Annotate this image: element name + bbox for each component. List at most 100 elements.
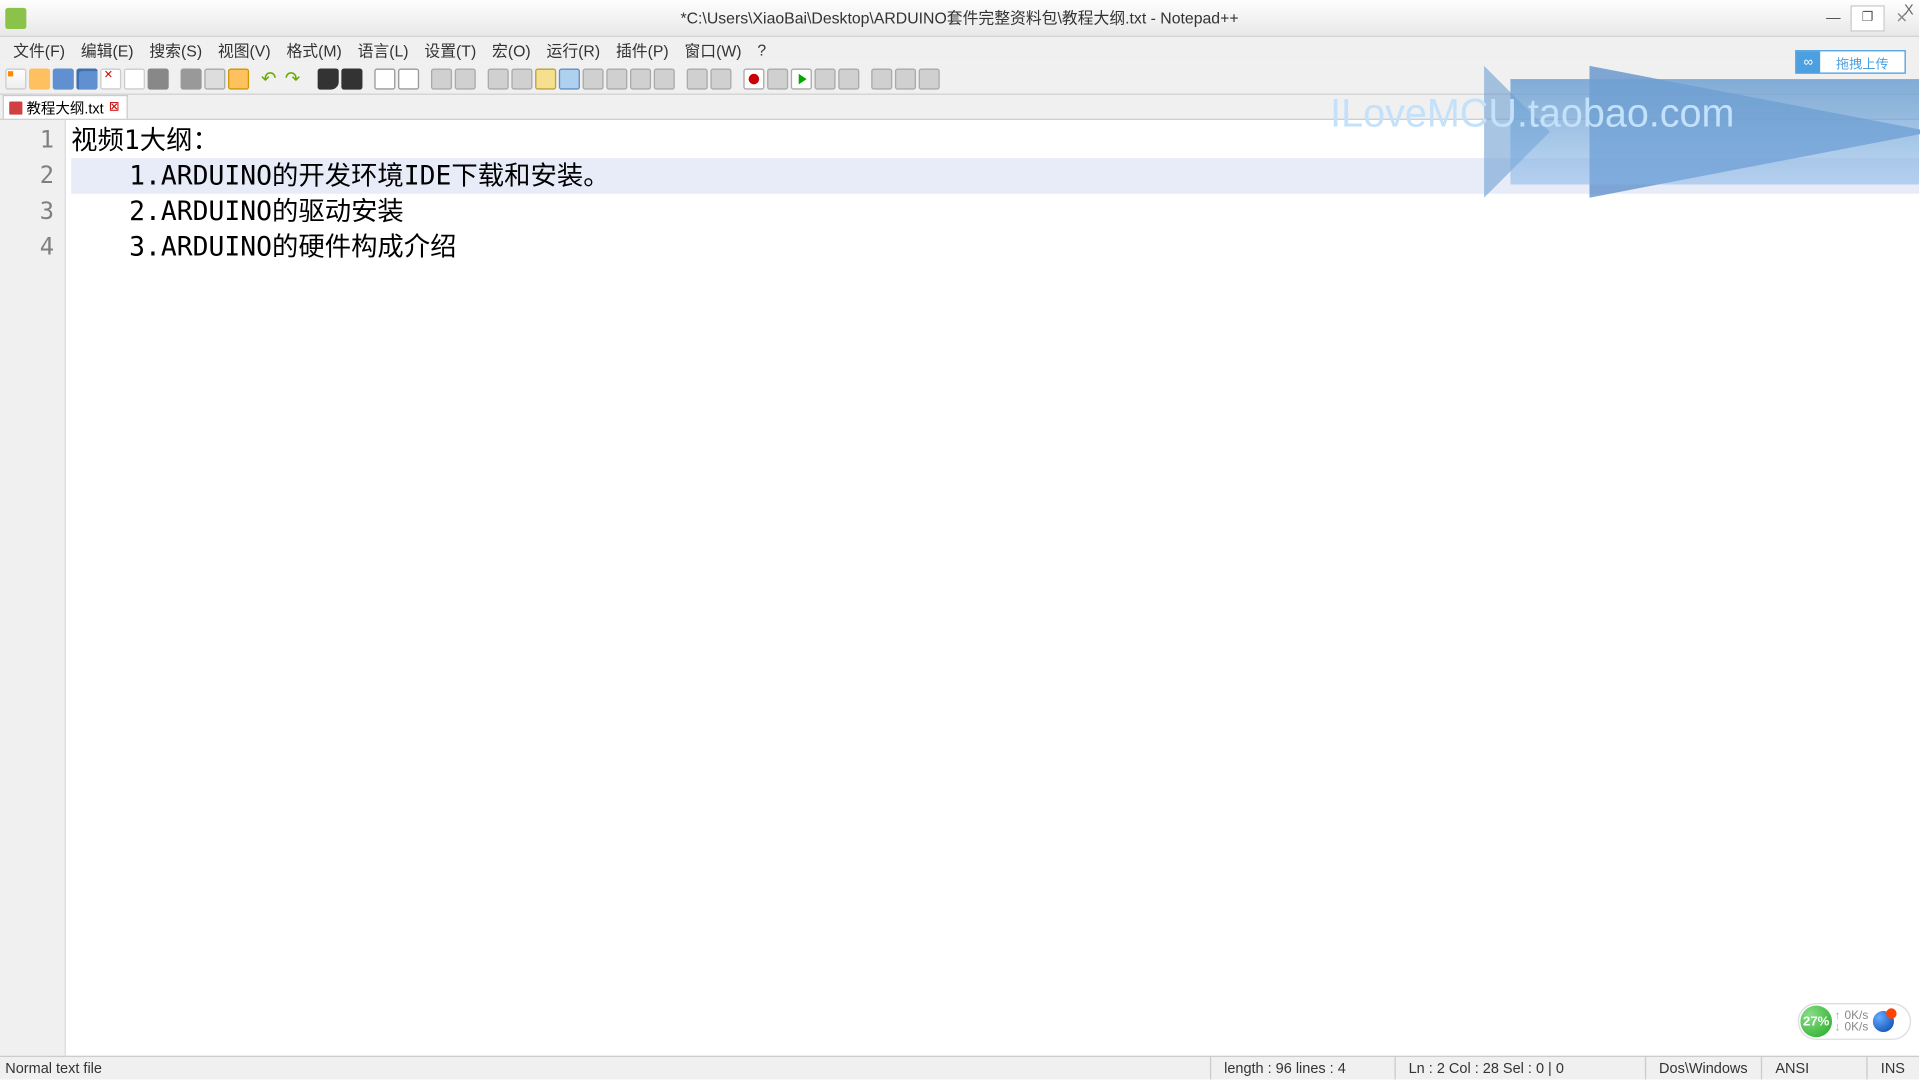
word-wrap-icon[interactable] xyxy=(455,68,476,89)
status-length: length : 96 lines : 4 xyxy=(1210,1057,1395,1079)
menubar: 文件(F) 编辑(E) 搜索(S) 视图(V) 格式(M) 语言(L) 设置(T… xyxy=(0,37,1919,63)
menu-plugins[interactable]: 插件(P) xyxy=(608,36,677,64)
indent-guide-icon[interactable] xyxy=(511,68,532,89)
wrap-icon[interactable] xyxy=(535,68,556,89)
menu-settings[interactable]: 设置(T) xyxy=(416,36,484,64)
menu-search[interactable]: 搜索(S) xyxy=(141,36,210,64)
separator xyxy=(311,68,312,89)
maximize-button[interactable] xyxy=(1850,5,1884,31)
text-line-content: 3.ARDUINO的硬件构成介绍 xyxy=(129,231,456,263)
record-macro-icon[interactable] xyxy=(743,68,764,89)
download-speed: 0K/s xyxy=(1845,1021,1869,1033)
status-insert-mode: INS xyxy=(1866,1057,1919,1079)
text-line-content: 1.ARDUINO的开发环境IDE下载和安装。 xyxy=(129,159,609,191)
cloud-upload-button[interactable]: ∞ 拖拽上传 xyxy=(1795,50,1906,74)
separator xyxy=(174,68,175,89)
folder-icon[interactable] xyxy=(630,68,651,89)
network-monitor-widget[interactable]: 27% ↑↓ 0K/s 0K/s xyxy=(1798,1003,1911,1040)
text-line[interactable]: 2.ARDUINO的驱动安装 xyxy=(71,194,1919,230)
status-filetype: Normal text file xyxy=(0,1060,1210,1076)
redo-icon[interactable] xyxy=(285,68,306,89)
text-line[interactable]: 3.ARDUINO的硬件构成介绍 xyxy=(71,229,1919,265)
copy-icon[interactable] xyxy=(204,68,225,89)
cloud-icon: ∞ xyxy=(1796,51,1820,72)
save-macro-icon[interactable] xyxy=(838,68,859,89)
new-file-icon[interactable] xyxy=(5,68,26,89)
user-lang-icon[interactable] xyxy=(559,68,580,89)
plugin3-icon[interactable] xyxy=(919,68,940,89)
status-encoding: ANSI xyxy=(1761,1057,1866,1079)
window-title: *C:\Users\XiaoBai\Desktop\ARDUINO套件完整资料包… xyxy=(680,7,1238,29)
extra-close-icon[interactable]: X xyxy=(1904,3,1914,19)
stop-macro-icon[interactable] xyxy=(767,68,788,89)
line-number: 3 xyxy=(0,194,54,230)
separator xyxy=(865,68,866,89)
editor-content[interactable]: 视频1大纲： 1.ARDUINO的开发环境IDE下载和安装。 2.ARDUINO… xyxy=(66,120,1919,1056)
text-line-content: 2.ARDUINO的驱动安装 xyxy=(129,195,404,227)
tabbar: 教程大纲.txt ⊠ xyxy=(0,95,1919,119)
separator xyxy=(680,68,681,89)
play-macro-icon[interactable] xyxy=(791,68,812,89)
menu-language[interactable]: 语言(L) xyxy=(350,36,417,64)
run-list-icon[interactable] xyxy=(710,68,731,89)
show-chars-icon[interactable] xyxy=(488,68,509,89)
separator xyxy=(737,68,738,89)
text-line[interactable]: 视频1大纲： xyxy=(71,123,1919,159)
find-icon[interactable] xyxy=(318,68,339,89)
titlebar: *C:\Users\XiaoBai\Desktop\ARDUINO套件完整资料包… xyxy=(0,0,1919,37)
menu-edit[interactable]: 编辑(E) xyxy=(73,36,142,64)
macro-list-icon[interactable] xyxy=(687,68,708,89)
close-file-icon[interactable] xyxy=(100,68,121,89)
zoom-in-icon[interactable] xyxy=(374,68,395,89)
tab-active[interactable]: 教程大纲.txt ⊠ xyxy=(3,95,128,119)
app-icon xyxy=(5,7,26,28)
separator xyxy=(254,68,255,89)
text-line-current[interactable]: 1.ARDUINO的开发环境IDE下载和安装。 xyxy=(71,158,1919,194)
editor[interactable]: 1 2 3 4 视频1大纲： 1.ARDUINO的开发环境IDE下载和安装。 2… xyxy=(0,119,1919,1056)
network-arrows-icon: ↑↓ xyxy=(1835,1010,1841,1034)
cloud-upload-label: 拖拽上传 xyxy=(1820,52,1904,72)
replace-icon[interactable] xyxy=(341,68,362,89)
tab-label: 教程大纲.txt xyxy=(26,97,103,118)
close-all-icon[interactable] xyxy=(124,68,145,89)
network-speeds: 0K/s 0K/s xyxy=(1845,1010,1869,1034)
menu-help[interactable]: ? xyxy=(749,38,774,62)
undo-icon[interactable] xyxy=(261,68,282,89)
menu-file[interactable]: 文件(F) xyxy=(5,36,73,64)
save-all-icon[interactable] xyxy=(76,68,97,89)
zoom-out-icon[interactable] xyxy=(398,68,419,89)
open-file-icon[interactable] xyxy=(29,68,50,89)
line-number: 1 xyxy=(0,123,54,159)
menu-view[interactable]: 视图(V) xyxy=(210,36,279,64)
menu-window[interactable]: 窗口(W) xyxy=(677,36,750,64)
func-list-icon[interactable] xyxy=(606,68,627,89)
toolbar xyxy=(0,63,1919,95)
tab-close-icon[interactable]: ⊠ xyxy=(108,101,121,114)
minimize-button[interactable] xyxy=(1816,5,1850,31)
play-multi-icon[interactable] xyxy=(815,68,836,89)
sync-scroll-icon[interactable] xyxy=(431,68,452,89)
plugin1-icon[interactable] xyxy=(871,68,892,89)
separator xyxy=(424,68,425,89)
monitor-icon[interactable] xyxy=(654,68,675,89)
network-percent: 27% xyxy=(1800,1006,1832,1038)
plugin2-icon[interactable] xyxy=(895,68,916,89)
status-position: Ln : 2 Col : 28 Sel : 0 | 0 xyxy=(1394,1057,1644,1079)
status-eol: Dos\Windows xyxy=(1645,1057,1761,1079)
cut-icon[interactable] xyxy=(181,68,202,89)
statusbar: Normal text file length : 96 lines : 4 L… xyxy=(0,1056,1919,1080)
paste-icon[interactable] xyxy=(228,68,249,89)
separator xyxy=(368,68,369,89)
doc-map-icon[interactable] xyxy=(583,68,604,89)
line-number: 2 xyxy=(0,158,54,194)
separator xyxy=(481,68,482,89)
menu-format[interactable]: 格式(M) xyxy=(279,36,350,64)
line-number-gutter: 1 2 3 4 xyxy=(0,120,66,1056)
globe-icon xyxy=(1872,1011,1893,1032)
menu-run[interactable]: 运行(R) xyxy=(539,36,608,64)
print-icon[interactable] xyxy=(148,68,169,89)
line-number: 4 xyxy=(0,229,54,265)
save-icon[interactable] xyxy=(53,68,74,89)
menu-macro[interactable]: 宏(O) xyxy=(484,36,538,64)
close-button[interactable] xyxy=(1885,5,1919,31)
